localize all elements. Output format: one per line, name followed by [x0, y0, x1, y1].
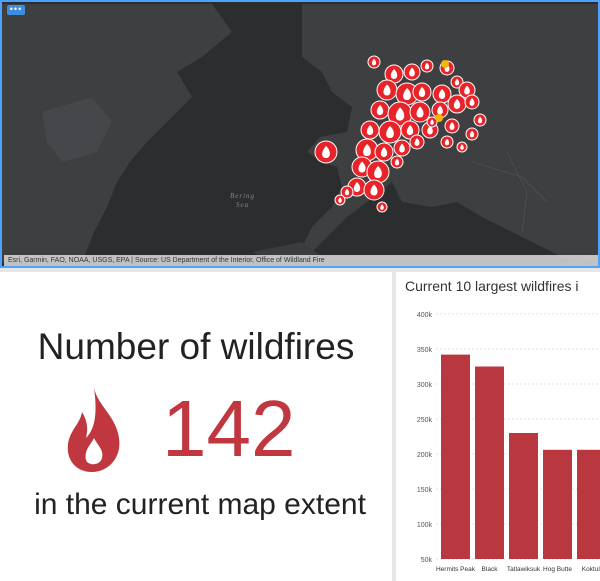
sea-label: Bering Sea: [230, 192, 256, 209]
fire-marker[interactable]: [409, 134, 425, 150]
y-tick-label: 50k: [421, 557, 433, 564]
fire-marker[interactable]: [464, 94, 480, 110]
bar-chart: 400k 350k 300k 250k 200k 150k 100k 50kHermits P…: [417, 312, 600, 573]
indicator-value: 142: [162, 384, 296, 473]
fire-marker[interactable]: [376, 79, 398, 101]
y-tick-label: 400k: [417, 312, 433, 319]
y-tick-label: 350k: [417, 347, 433, 354]
fire-marker[interactable]: [360, 120, 380, 140]
fire-marker[interactable]: [363, 179, 385, 201]
fire-marker[interactable]: [409, 101, 431, 123]
x-tick-label: Tatlawiksuk: [507, 566, 541, 573]
y-tick-label: 300k: [417, 382, 433, 389]
fire-marker[interactable]: [390, 155, 404, 169]
selected-fire-marker[interactable]: [441, 60, 449, 68]
bar[interactable]: [577, 449, 600, 559]
fire-marker[interactable]: [314, 140, 338, 164]
fire-marker[interactable]: [334, 194, 346, 206]
fire-marker[interactable]: [412, 82, 432, 102]
fire-marker[interactable]: [393, 139, 411, 157]
fire-marker[interactable]: [367, 55, 381, 69]
y-tick-label: 100k: [417, 522, 433, 529]
bar[interactable]: [441, 354, 470, 559]
x-tick-label: Black: [482, 566, 499, 573]
fire-marker[interactable]: [370, 100, 390, 120]
fire-markers-layer[interactable]: [2, 2, 600, 268]
bar[interactable]: [475, 366, 504, 560]
fire-marker[interactable]: [420, 59, 434, 73]
indicator-title: Number of wildfires: [37, 326, 355, 367]
fire-marker[interactable]: [444, 118, 460, 134]
flame-icon: [67, 388, 120, 472]
selected-fire-marker[interactable]: [435, 114, 443, 122]
wildfire-count-indicator: Number of wildfires 142 in the current m…: [0, 272, 392, 581]
indicator-subtitle: in the current map extent: [34, 488, 366, 521]
fire-marker[interactable]: [403, 63, 421, 81]
bar[interactable]: [543, 449, 572, 559]
fire-marker[interactable]: [376, 201, 388, 213]
fire-marker[interactable]: [473, 113, 487, 127]
fire-marker[interactable]: [440, 135, 454, 149]
ellipsis-icon[interactable]: •••: [7, 5, 25, 15]
fire-marker[interactable]: [374, 142, 394, 162]
map-attribution: Esri, Garmin, FAO, NOAA, USGS, EPA | Sou…: [4, 255, 598, 266]
y-tick-label: 200k: [417, 452, 433, 459]
fire-marker[interactable]: [456, 141, 468, 153]
y-tick-label: 250k: [417, 417, 433, 424]
x-tick-label: Hermits Peak: [436, 566, 476, 573]
fire-marker[interactable]: [447, 94, 467, 114]
x-tick-label: Hog Butte: [543, 566, 572, 573]
fire-marker[interactable]: [378, 120, 402, 144]
x-tick-label: Koktuli: [582, 566, 600, 573]
fire-marker[interactable]: [465, 127, 479, 141]
y-tick-label: 150k: [417, 487, 433, 494]
largest-wildfires-chart: Current 10 largest wildfires i 400k 350k 3…: [396, 272, 600, 581]
wildfire-map[interactable]: ••• Bering Sea Esri, Garmin, FAO, NOAA, …: [0, 0, 600, 268]
bar[interactable]: [509, 433, 538, 559]
fire-marker[interactable]: [366, 160, 390, 184]
